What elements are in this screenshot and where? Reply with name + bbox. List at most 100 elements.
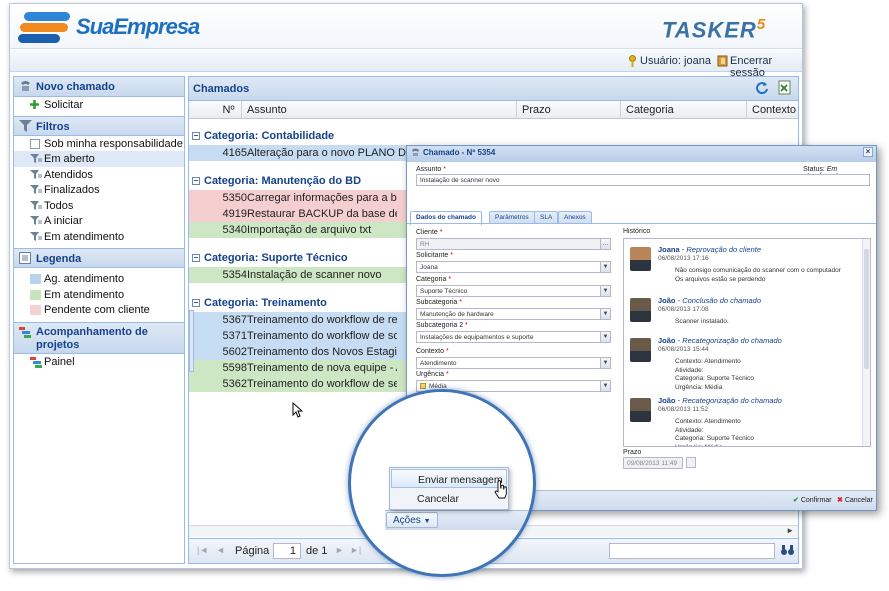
- filter-item[interactable]: Todos: [14, 198, 184, 214]
- actions-button[interactable]: Ações ▼: [386, 512, 438, 528]
- projects-header[interactable]: Acompanhamento de projetos: [14, 321, 184, 354]
- actions-menu: Enviar mensagem Cancelar: [389, 467, 509, 510]
- field-label: Subcategoria 2 *: [416, 322, 468, 329]
- panel-item[interactable]: Painel: [14, 354, 184, 370]
- field-select[interactable]: RH…: [416, 238, 611, 250]
- col-category[interactable]: Categoria: [620, 101, 746, 119]
- filter-icon: [30, 200, 42, 213]
- cancel-item[interactable]: Cancelar: [391, 489, 507, 508]
- ticket-id: 5362: [222, 378, 247, 390]
- binoculars-icon[interactable]: [781, 544, 794, 559]
- legend-header[interactable]: Legenda: [14, 248, 184, 268]
- history-action: Recategorização do chamado: [682, 336, 782, 345]
- field-label: Contexto *: [416, 348, 449, 355]
- ticket-subject: Treinamento do workflow de reembolso: [247, 314, 397, 326]
- author-name: Joana: [658, 245, 680, 254]
- collapse-icon[interactable]: −: [192, 299, 200, 307]
- phone-icon: [19, 80, 32, 96]
- cancel-button[interactable]: ✖ Cancelar: [837, 496, 873, 504]
- field-label: Cliente *: [416, 229, 443, 236]
- filter-item[interactable]: Finalizados: [14, 182, 184, 198]
- collapse-icon[interactable]: −: [192, 132, 200, 140]
- last-page-icon[interactable]: ►|: [350, 545, 361, 555]
- field-select[interactable]: Suporte Técnico ▼: [416, 285, 611, 297]
- user-label[interactable]: Usuário: joana: [640, 55, 711, 67]
- subject-label: Assunto *: [416, 166, 446, 173]
- next-page-icon[interactable]: ►: [335, 545, 344, 555]
- ticket-subject: Alteração para o novo PLANO DE CONT: [247, 147, 417, 159]
- page-input[interactable]: 1: [273, 543, 301, 559]
- ticket-id: 4165: [222, 147, 247, 159]
- filter-item[interactable]: Sob minha responsabilidade: [14, 136, 184, 152]
- filter-item[interactable]: Em aberto: [14, 151, 184, 167]
- field-label: Categoria *: [416, 276, 452, 283]
- avatar: [630, 398, 651, 422]
- collapse-icon[interactable]: −: [192, 177, 200, 185]
- ticket-subject: Instalação de scanner novo: [247, 269, 382, 281]
- chevron-down-icon[interactable]: ▼: [600, 262, 610, 272]
- history-text: Urgência: Média: [675, 383, 723, 391]
- close-icon[interactable]: ×: [863, 147, 873, 157]
- field-select[interactable]: Atendimento ▼: [416, 357, 611, 369]
- page-count: de 1: [306, 545, 328, 557]
- confirm-button[interactable]: ✔ Confirmar: [793, 496, 832, 504]
- ellipsis-icon[interactable]: …: [600, 239, 610, 249]
- ticket-subject: Treinamento de nova equipe - Atendim: [247, 362, 397, 374]
- filter-item[interactable]: Em atendimento: [14, 229, 184, 245]
- prev-page-icon[interactable]: ◄: [216, 545, 225, 555]
- check-icon: ✔: [793, 497, 799, 504]
- checkbox-icon[interactable]: [30, 138, 40, 149]
- col-context[interactable]: Contexto: [746, 101, 798, 119]
- collapse-icon[interactable]: −: [192, 254, 200, 262]
- history-text: Scanner instalado.: [675, 318, 729, 325]
- col-deadline[interactable]: Prazo: [516, 101, 620, 119]
- request-item[interactable]: Solicitar: [14, 97, 184, 113]
- subject-input[interactable]: Instalação de scanner novo: [416, 174, 870, 186]
- deadline-input[interactable]: 09/08/2013 11:49: [623, 457, 683, 469]
- gantt-icon: [30, 356, 43, 372]
- excel-export-icon[interactable]: [778, 80, 792, 98]
- history-scrollbar[interactable]: [862, 239, 870, 446]
- send-message-item[interactable]: Enviar mensagem: [391, 469, 507, 488]
- history-text: Contexto: Atendimento: [675, 358, 741, 365]
- field-select[interactable]: Joana ▼: [416, 261, 611, 273]
- refresh-icon[interactable]: [755, 81, 769, 98]
- filter-item[interactable]: A iniciar: [14, 213, 184, 229]
- page-label: Página: [235, 545, 270, 557]
- search-input[interactable]: [609, 543, 775, 559]
- list-icon: [19, 252, 31, 267]
- chevron-down-icon[interactable]: ▼: [600, 286, 610, 296]
- tab-strip-border: [407, 223, 876, 224]
- chevron-down-icon[interactable]: ▼: [600, 309, 610, 319]
- group-header[interactable]: − Categoria: Contabilidade: [189, 127, 798, 145]
- history-text: Categoria: Suporte Técnico: [675, 375, 755, 382]
- ticket-subject: Treinamento do workflow de solicitação: [247, 330, 397, 342]
- ticket-id: 5602: [222, 346, 247, 358]
- dialog-header: Chamado - Nº 5354 ×: [407, 146, 876, 162]
- first-page-icon[interactable]: |◄: [197, 545, 208, 555]
- legend-swatch: [30, 289, 41, 300]
- filters-header[interactable]: Filtros: [14, 115, 184, 136]
- col-number[interactable]: Nº: [211, 101, 241, 119]
- chevron-down-icon[interactable]: ▼: [600, 381, 610, 391]
- ticket-subject: Treinamento do workflow de service des: [247, 378, 397, 390]
- left-panel: Novo chamado Solicitar Filtros Sob minha…: [13, 76, 185, 564]
- history-action: Reprovação do cliente: [686, 245, 761, 254]
- calendar-icon[interactable]: [686, 457, 696, 468]
- chevron-down-icon[interactable]: ▼: [600, 332, 610, 342]
- avatar: [630, 247, 651, 271]
- ticket-subject: Treinamento dos Novos Estagiários: [247, 346, 397, 358]
- field-select[interactable]: Instalações de equipamentos e suporte ▼: [416, 331, 611, 343]
- field-select[interactable]: Manutenção de hardware ▼: [416, 308, 611, 320]
- field-label: Subcategoria *: [416, 299, 462, 306]
- col-subject[interactable]: Assunto: [241, 101, 516, 119]
- field-label: Solicitante *: [416, 252, 453, 259]
- filter-item[interactable]: Atendidos: [14, 167, 184, 183]
- key-icon: [628, 55, 637, 71]
- ticket-id: 5350: [222, 192, 247, 204]
- panel-title: Chamados: [189, 77, 798, 101]
- avatar: [630, 298, 651, 322]
- chevron-down-icon[interactable]: ▼: [600, 358, 610, 368]
- new-ticket-header[interactable]: Novo chamado: [14, 77, 184, 97]
- splitter-handle[interactable]: [189, 310, 194, 372]
